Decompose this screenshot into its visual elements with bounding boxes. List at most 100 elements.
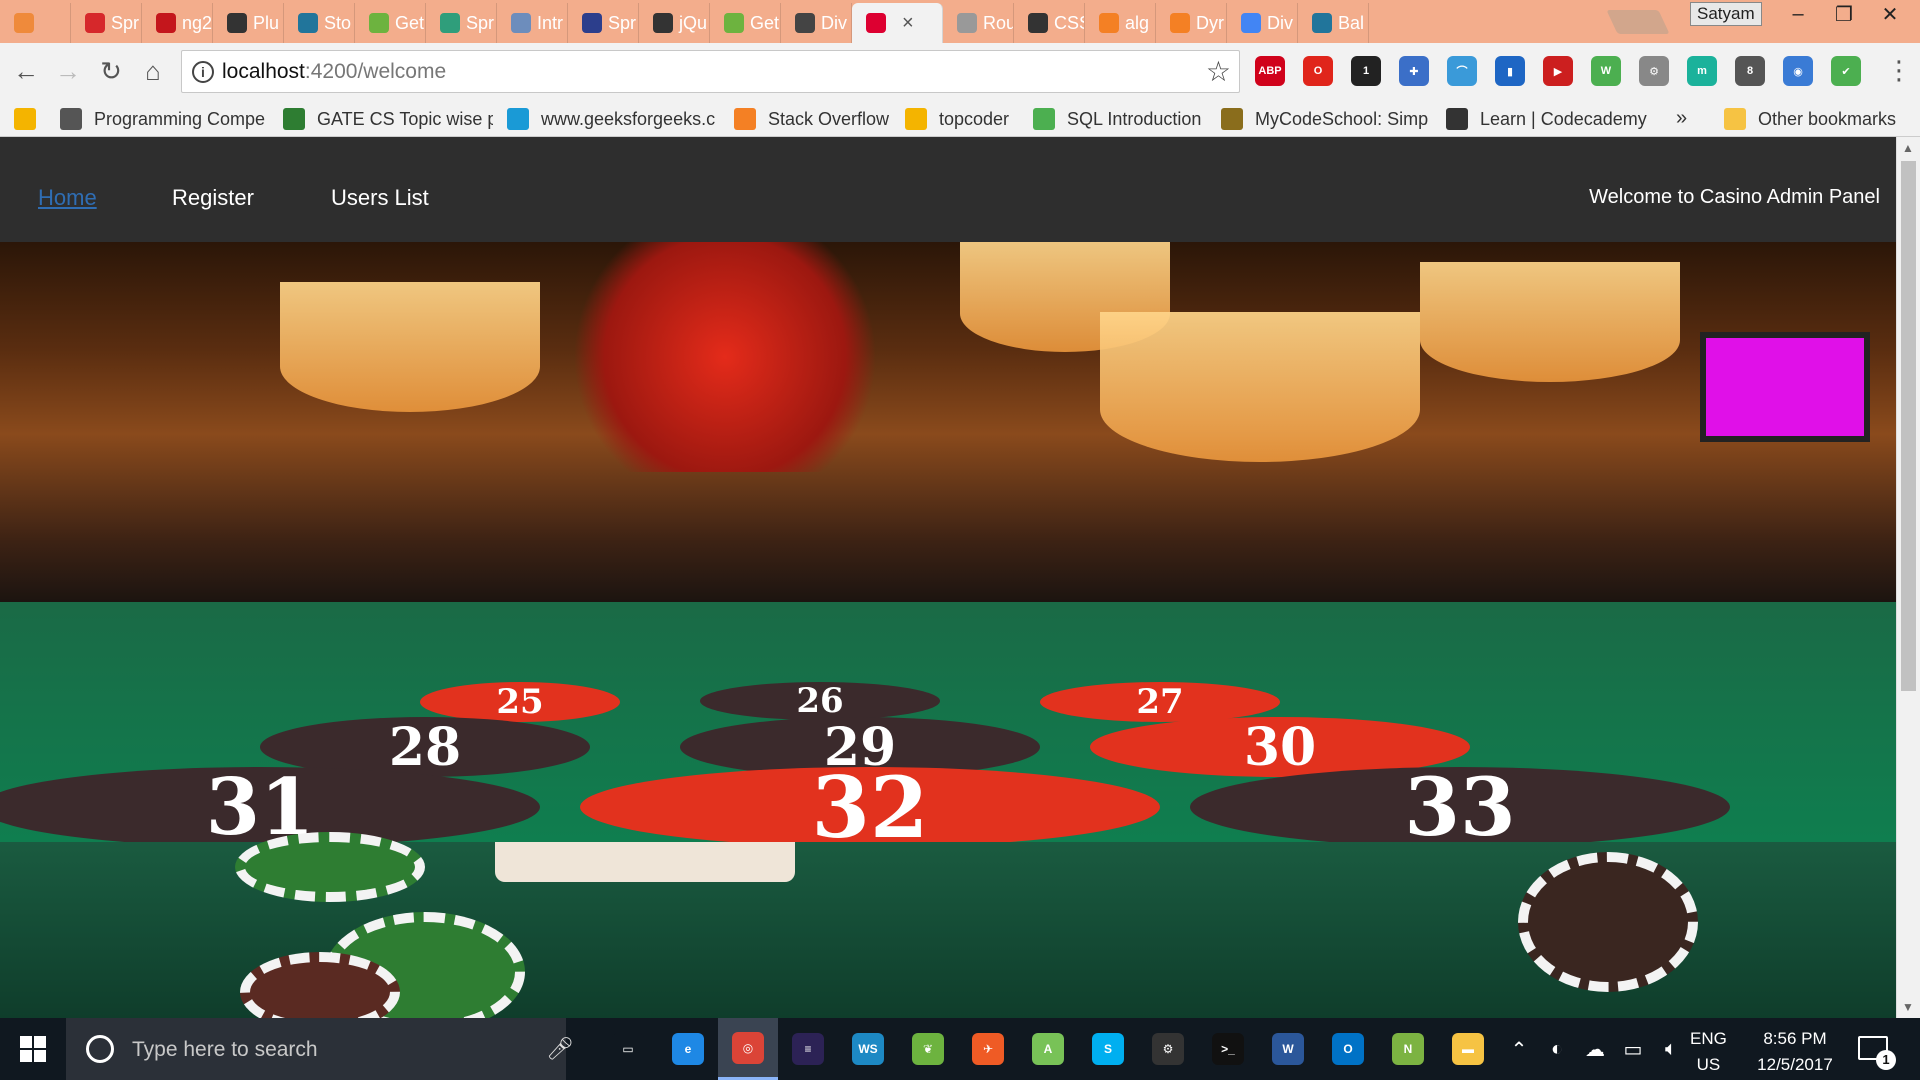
bookmark-item[interactable]: GATE CS Topic wise p bbox=[283, 107, 493, 131]
nav-home-link[interactable]: Home bbox=[38, 185, 97, 211]
opera-icon[interactable]: O bbox=[1303, 56, 1333, 86]
bookmark-item[interactable]: MyCodeSchool: Simp bbox=[1221, 107, 1428, 131]
m-icon[interactable]: m bbox=[1687, 56, 1717, 86]
puzzle-icon[interactable]: ✚ bbox=[1399, 56, 1429, 86]
taskbar-app-button[interactable]: ▭ bbox=[598, 1018, 658, 1080]
tab-close-icon[interactable]: × bbox=[902, 12, 914, 35]
language-indicator[interactable]: ENG US bbox=[1690, 1026, 1727, 1078]
bookmark-label: SQL Introduction bbox=[1067, 108, 1202, 129]
back-button[interactable]: ← bbox=[10, 56, 42, 88]
tab-title: jQu bbox=[679, 12, 708, 33]
windows-start-icon[interactable] bbox=[20, 1036, 46, 1062]
tab-favicon-icon bbox=[1312, 13, 1332, 33]
nav-register-link[interactable]: Register bbox=[172, 185, 254, 211]
taskbar-app-button[interactable]: ✈ bbox=[958, 1018, 1018, 1080]
taskbar-app-button[interactable]: ▬ bbox=[1438, 1018, 1498, 1080]
taskbar-app-button[interactable]: WS bbox=[838, 1018, 898, 1080]
bookmark-item[interactable]: topcoder bbox=[905, 107, 1009, 131]
app-navbar: Home Register Users List Welcome to Casi… bbox=[0, 137, 1896, 242]
bookmark-star-icon[interactable]: ☆ bbox=[1206, 55, 1231, 88]
url-text[interactable]: localhost:4200/welcome bbox=[222, 60, 446, 84]
browser-tab[interactable]: Bal bbox=[1298, 3, 1369, 43]
arc-icon[interactable]: ⌒ bbox=[1447, 56, 1477, 86]
tab-favicon-icon bbox=[1170, 13, 1190, 33]
bookmarks-overflow-button[interactable]: » bbox=[1676, 106, 1687, 130]
bookmark-item[interactable]: SQL Introduction bbox=[1033, 107, 1201, 131]
tray-app-icon[interactable]: ◐ bbox=[1543, 1038, 1571, 1061]
system-clock[interactable]: 8:56 PM 12/5/2017 bbox=[1745, 1026, 1845, 1078]
reload-button[interactable]: ↻ bbox=[95, 56, 127, 88]
bookmark-item[interactable]: Stack Overflow bbox=[734, 107, 889, 131]
tab-favicon-icon bbox=[85, 13, 105, 33]
search-placeholder[interactable]: Type here to search bbox=[132, 1038, 318, 1062]
page-scrollbar[interactable]: ▲ ▼ bbox=[1896, 137, 1920, 1018]
w-icon[interactable]: W bbox=[1591, 56, 1621, 86]
bookmark-ext-icon[interactable]: ▮ bbox=[1495, 56, 1525, 86]
browser-tab[interactable]: Plu bbox=[213, 3, 284, 43]
profile-button[interactable]: Satyam bbox=[1690, 2, 1762, 26]
casino-hero-image: 25 26 27 28 29 30 31 32 33 bbox=[0, 242, 1896, 842]
browser-tab[interactable]: Intr bbox=[497, 3, 568, 43]
browser-tab[interactable]: Spr bbox=[426, 3, 497, 43]
scroll-down-arrow[interactable]: ▼ bbox=[1902, 1000, 1914, 1014]
onedrive-icon[interactable]: ☁ bbox=[1581, 1037, 1609, 1062]
battery-icon[interactable]: ▭ bbox=[1619, 1037, 1647, 1062]
bookmark-item[interactable]: www.geeksforgeeks.c bbox=[507, 107, 715, 131]
address-bar[interactable]: i localhost:4200/welcome ☆ bbox=[181, 50, 1240, 93]
taskbar-app-button[interactable]: ❦ bbox=[898, 1018, 958, 1080]
browser-tab[interactable] bbox=[0, 3, 71, 43]
browser-tab[interactable]: Spr bbox=[71, 3, 142, 43]
taskbar-app-button[interactable]: ⚙ bbox=[1138, 1018, 1198, 1080]
taskbar-app-button[interactable]: O bbox=[1318, 1018, 1378, 1080]
browser-tab[interactable]: Dyr bbox=[1156, 3, 1227, 43]
browser-tab[interactable]: Sto bbox=[284, 3, 355, 43]
tray-chevron-icon[interactable]: ⌃ bbox=[1505, 1037, 1533, 1062]
eye-icon[interactable]: ◉ bbox=[1783, 56, 1813, 86]
bookmark-item[interactable] bbox=[14, 107, 48, 131]
home-button[interactable]: ⌂ bbox=[137, 56, 169, 88]
volume-icon[interactable]: 🔈︎ bbox=[1657, 1038, 1685, 1061]
browser-tab[interactable]: CSS bbox=[1014, 3, 1085, 43]
green-ext-icon[interactable]: ✔ bbox=[1831, 56, 1861, 86]
taskbar-app-button[interactable]: >_ bbox=[1198, 1018, 1258, 1080]
bookmark-item[interactable]: Learn | Codecademy bbox=[1446, 107, 1647, 131]
other-bookmarks-folder[interactable]: Other bookmarks bbox=[1724, 107, 1896, 131]
bookmark-item[interactable]: Programming Compe bbox=[60, 107, 265, 131]
taskbar-app-button[interactable]: e bbox=[658, 1018, 718, 1080]
badge-ext-icon[interactable]: 8 bbox=[1735, 56, 1765, 86]
microphone-icon[interactable]: 🎤︎ bbox=[546, 1036, 574, 1062]
chrome-menu-icon[interactable]: ⋮ bbox=[1886, 55, 1912, 86]
video-icon[interactable]: ▶ bbox=[1543, 56, 1573, 86]
new-tab-button[interactable] bbox=[1606, 10, 1670, 34]
ghost-icon[interactable]: 1 bbox=[1351, 56, 1381, 86]
browser-tab[interactable]: jQu bbox=[639, 3, 710, 43]
nav-users-list-link[interactable]: Users List bbox=[331, 185, 429, 211]
minimize-button[interactable]: ‒ bbox=[1775, 0, 1821, 28]
forward-button[interactable]: → bbox=[52, 56, 84, 88]
browser-tab[interactable]: Get bbox=[710, 3, 781, 43]
info-icon[interactable]: i bbox=[192, 61, 214, 83]
taskbar-app-button[interactable]: W bbox=[1258, 1018, 1318, 1080]
scroll-thumb[interactable] bbox=[1901, 161, 1916, 691]
abp-icon[interactable]: ABP bbox=[1255, 56, 1285, 86]
browser-tab[interactable]: alg bbox=[1085, 3, 1156, 43]
browser-tab[interactable]: Div bbox=[781, 3, 852, 43]
taskbar-search-box[interactable]: Type here to search 🎤︎ bbox=[66, 1018, 574, 1080]
taskbar-app-button[interactable]: A bbox=[1018, 1018, 1078, 1080]
taskbar-app-button[interactable]: ◎ bbox=[718, 1018, 778, 1080]
browser-tab[interactable]: Spr bbox=[568, 3, 639, 43]
close-window-button[interactable]: ✕ bbox=[1867, 0, 1913, 28]
browser-tab[interactable]: × bbox=[852, 3, 943, 43]
browser-tab[interactable]: ng2 bbox=[142, 3, 213, 43]
restore-button[interactable]: ❐ bbox=[1821, 0, 1867, 28]
tab-favicon-icon bbox=[14, 13, 34, 33]
browser-tab[interactable]: Rou bbox=[943, 3, 1014, 43]
taskbar-app-button[interactable]: N bbox=[1378, 1018, 1438, 1080]
browser-tab[interactable]: Get bbox=[355, 3, 426, 43]
taskbar-app-button[interactable]: S bbox=[1078, 1018, 1138, 1080]
scroll-up-arrow[interactable]: ▲ bbox=[1902, 141, 1914, 155]
taskbar-app-button[interactable]: ≡ bbox=[778, 1018, 838, 1080]
browser-tab[interactable]: Div bbox=[1227, 3, 1298, 43]
cortana-icon[interactable] bbox=[86, 1035, 114, 1063]
gear-ext-icon[interactable]: ⚙ bbox=[1639, 56, 1669, 86]
